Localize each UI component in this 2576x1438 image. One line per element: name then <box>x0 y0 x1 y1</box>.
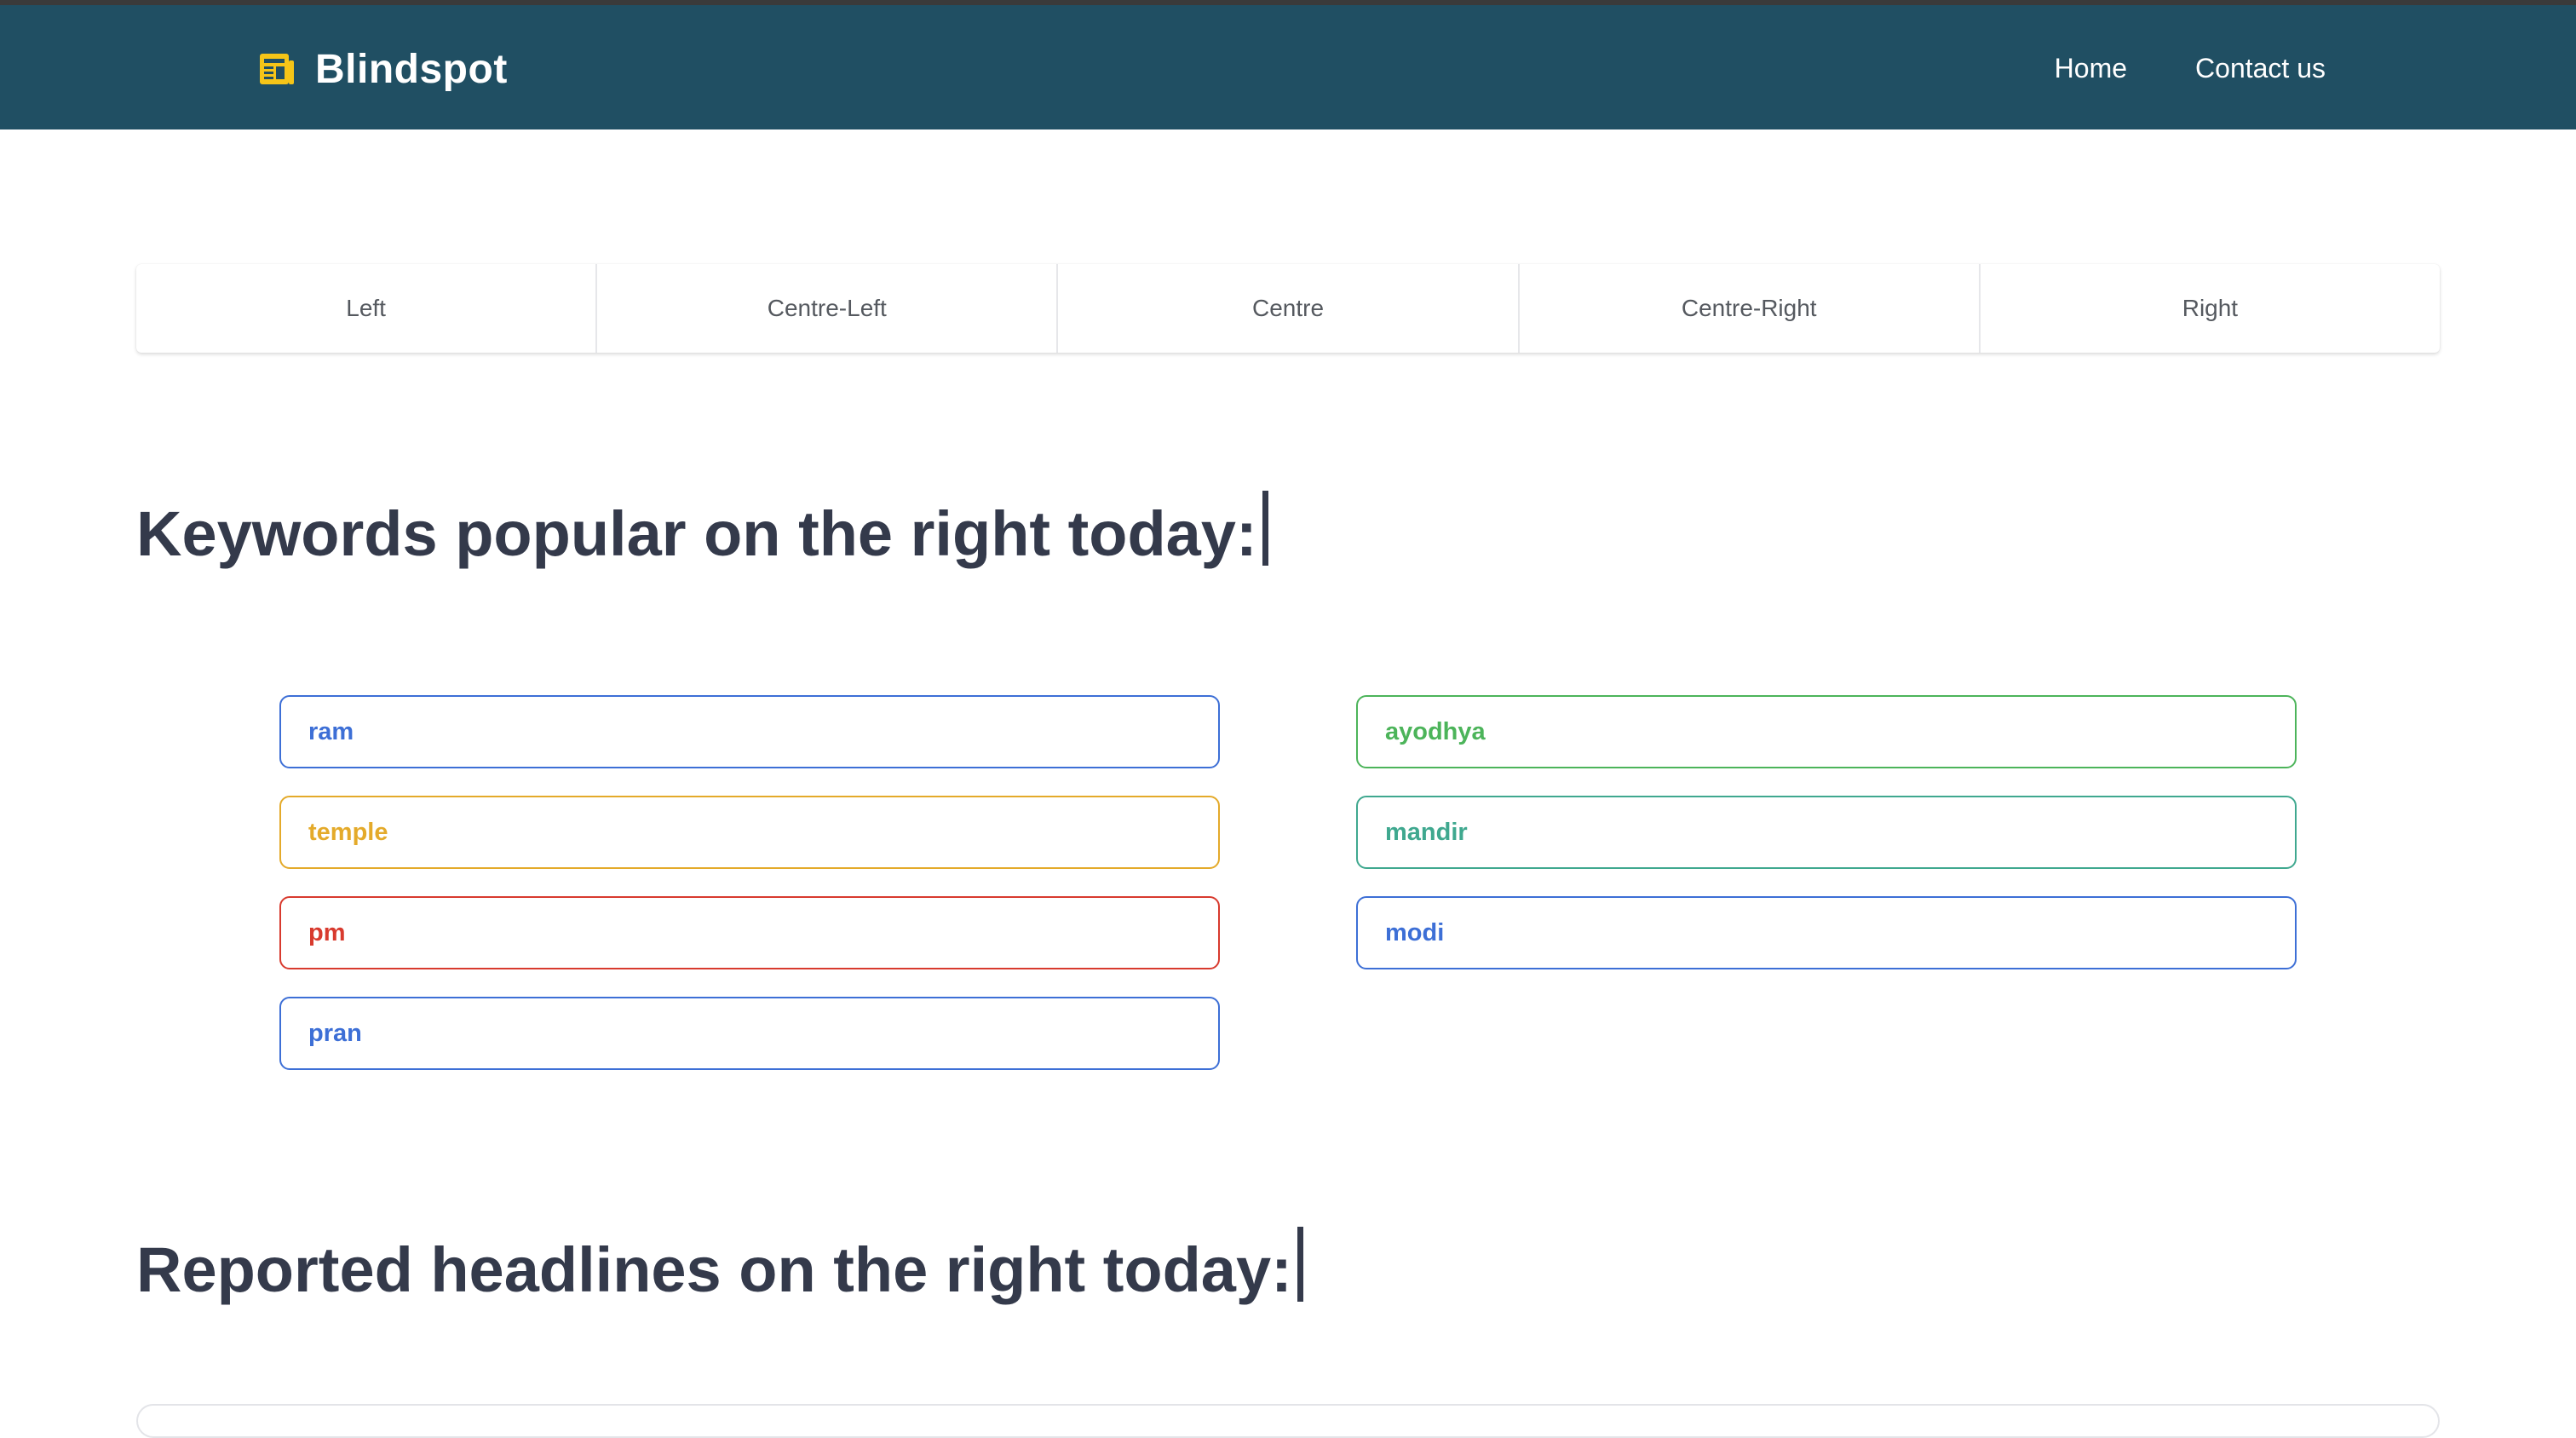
keyword-chip[interactable]: ram <box>279 695 1220 768</box>
keyword-chip[interactable]: pm <box>279 896 1220 969</box>
headlines-heading-text: Reported headlines on the right today: <box>136 1234 1292 1305</box>
nav-links: Home Contact us <box>2055 53 2326 84</box>
keyword-chip[interactable]: ayodhya <box>1356 695 2297 768</box>
keywords-heading-text: Keywords popular on the right today: <box>136 498 1257 569</box>
tab-centre[interactable]: Centre <box>1058 264 1520 353</box>
tab-right[interactable]: Right <box>1981 264 2440 353</box>
tab-centre-right[interactable]: Centre-Right <box>1520 264 1981 353</box>
newspaper-icon <box>257 49 296 89</box>
typing-cursor <box>1297 1227 1303 1302</box>
brand-name: Blindspot <box>315 46 508 92</box>
headlines-heading: Reported headlines on the right today: <box>136 1227 1303 1302</box>
tab-left[interactable]: Left <box>136 264 598 353</box>
keyword-chip[interactable]: modi <box>1356 896 2297 969</box>
keyword-chip[interactable]: mandir <box>1356 796 2297 869</box>
keywords-heading: Keywords popular on the right today: <box>136 491 1268 566</box>
tab-centre-left[interactable]: Centre-Left <box>597 264 1059 353</box>
nav-contact-link[interactable]: Contact us <box>2195 53 2326 84</box>
navbar: Blindspot Home Contact us <box>0 5 2576 129</box>
brand[interactable]: Blindspot <box>257 46 508 92</box>
keywords-grid: ram ayodhya temple mandir pm modi pran <box>279 695 2297 1070</box>
headline-card[interactable] <box>136 1404 2440 1438</box>
keyword-chip[interactable]: pran <box>279 997 1220 1070</box>
typing-cursor <box>1262 491 1268 566</box>
nav-home-link[interactable]: Home <box>2055 53 2127 84</box>
keyword-chip[interactable]: temple <box>279 796 1220 869</box>
bias-tabs: Left Centre-Left Centre Centre-Right Rig… <box>136 264 2440 353</box>
